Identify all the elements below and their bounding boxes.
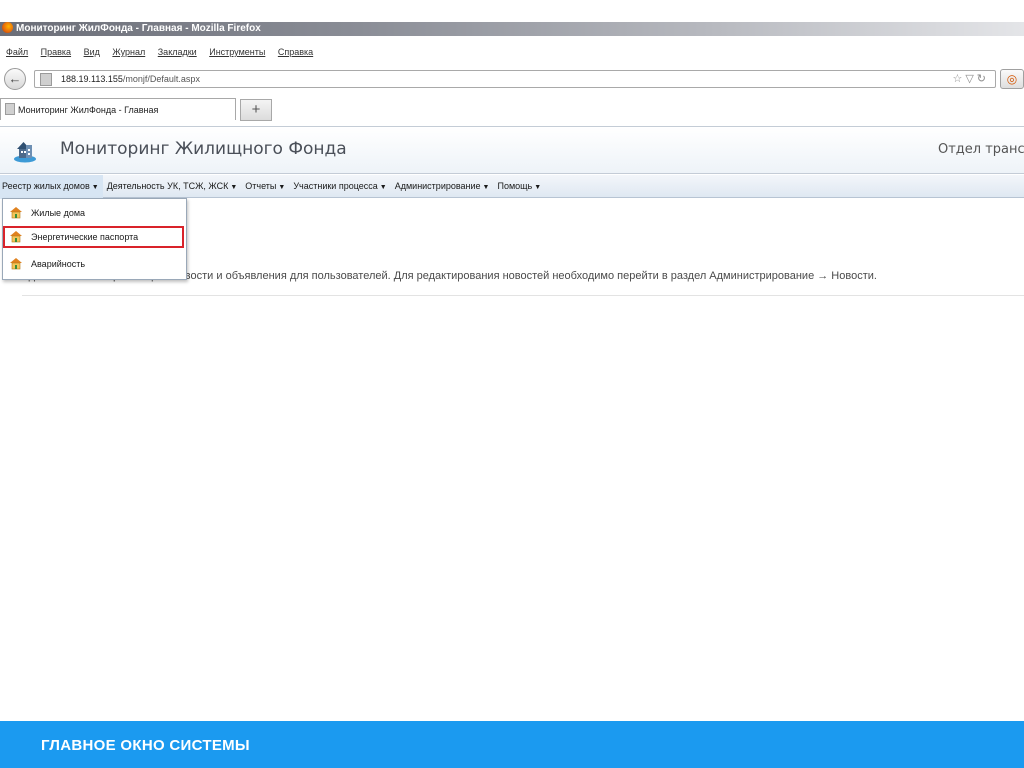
house-icon [10,258,22,270]
dropdown-item-energy-passports[interactable]: Энергетические паспорта [3,226,184,248]
firefox-logo-icon [2,22,13,33]
search-engine-icon: ◎ [1006,72,1018,86]
menu-housing-registry[interactable]: Реестр жилых домов ▼ [0,175,103,199]
page-favicon-icon [5,103,15,115]
house-icon [10,207,22,219]
department-label: Отдел транс [938,142,1024,157]
tab-main[interactable]: Мониторинг ЖилФонда - Главная [0,98,236,120]
url-bar-actions: ☆▽↻ [952,71,989,87]
menu-history[interactable]: Журнал [112,47,145,57]
house-icon [10,231,22,243]
dropdown-item-label: Жилые дома [31,208,86,218]
tab-title: Мониторинг ЖилФонда - Главная [18,105,159,115]
app-logo-icon [14,142,36,163]
menu-participants-label: Участники процесса [293,181,378,191]
caret-down-icon: ▼ [534,184,542,191]
content-divider [22,295,1024,296]
menu-file[interactable]: Файл [6,47,28,57]
caret-down-icon: ▼ [91,184,99,191]
caret-down-icon: ▼ [482,184,490,191]
dropdown-item-residential-houses[interactable]: Жилые дома [3,202,184,224]
caret-down-icon: ▼ [230,184,238,191]
menu-tools[interactable]: Инструменты [209,47,265,57]
history-dropdown-icon[interactable]: ▽ [965,73,976,85]
browser-title-bar: Мониторинг ЖилФонда - Главная - Mozilla … [0,22,1024,36]
reload-icon[interactable]: ↻ [977,73,989,85]
url-path: /monjf/Default.aspx [122,74,200,84]
menu-help[interactable]: Справка [278,47,313,57]
menu-participants[interactable]: Участники процесса ▼ [289,175,390,199]
url-host: 188.19.113.155 [61,74,123,84]
menu-management-activity-label: Деятельность УК, ТСЖ, ЖСК [106,181,229,191]
caret-down-icon: ▼ [278,184,286,191]
app-main-menu: Реестр жилых домов ▼ Деятельность УК, ТСЖ,… [0,175,1024,199]
menu-bookmarks[interactable]: Закладки [158,47,197,57]
menu-reports-label: Отчеты [245,181,277,191]
caret-down-icon: ▼ [379,184,387,191]
back-button[interactable]: ← [4,68,26,90]
tab-strip: Мониторинг ЖилФонда - Главная + [0,96,1024,122]
menu-help-app-label: Помощь [497,181,533,191]
url-bar[interactable]: 188.19.113.155/monjf/Default.aspx ☆▽↻ [34,70,996,88]
menu-view[interactable]: Вид [84,47,100,57]
menu-administration[interactable]: Администрирование ▼ [391,175,494,199]
new-tab-button[interactable]: + [240,99,272,121]
dropdown-item-emergency[interactable]: Аварийность [3,253,184,275]
menu-reports[interactable]: Отчеты ▼ [241,175,289,199]
app-header: Мониторинг Жилищного Фонда Отдел транс [0,126,1024,174]
navigation-bar: ← 188.19.113.155/monjf/Default.aspx ☆▽↻ … [0,67,1024,90]
app-title: Мониторинг Жилищного Фонда [60,139,347,159]
menu-management-activity[interactable]: Деятельность УК, ТСЖ, ЖСК ▼ [103,175,242,199]
url-text[interactable]: 188.19.113.155/monjf/Default.aspx [61,71,200,87]
slide-caption: ГЛАВНОЕ ОКНО СИСТЕМЫ [41,737,250,754]
arrow-left-icon: ← [8,71,22,86]
site-identity-icon[interactable] [40,73,52,86]
menu-help-app[interactable]: Помощь ▼ [493,175,545,199]
dropdown-item-label: Аварийность [31,259,86,269]
slide-caption-bar: ГЛАВНОЕ ОКНО СИСТЕМЫ [0,721,1024,768]
menu-housing-registry-label: Реестр жилых домов [2,181,90,191]
window-title: Мониторинг ЖилФонда - Главная - Mozilla … [16,23,261,34]
menu-edit[interactable]: Правка [41,47,71,57]
dropdown-item-label: Энергетические паспорта [31,232,139,242]
housing-registry-dropdown: Жилые дома Энергетические паспорта Авари… [2,198,187,280]
menu-administration-label: Администрирование [394,181,481,191]
search-engine-button[interactable]: ◎ [1000,69,1024,89]
browser-menu-bar: Файл Правка Вид Журнал Закладки Инструме… [0,44,1024,60]
bookmark-star-icon[interactable]: ☆ [952,73,965,85]
